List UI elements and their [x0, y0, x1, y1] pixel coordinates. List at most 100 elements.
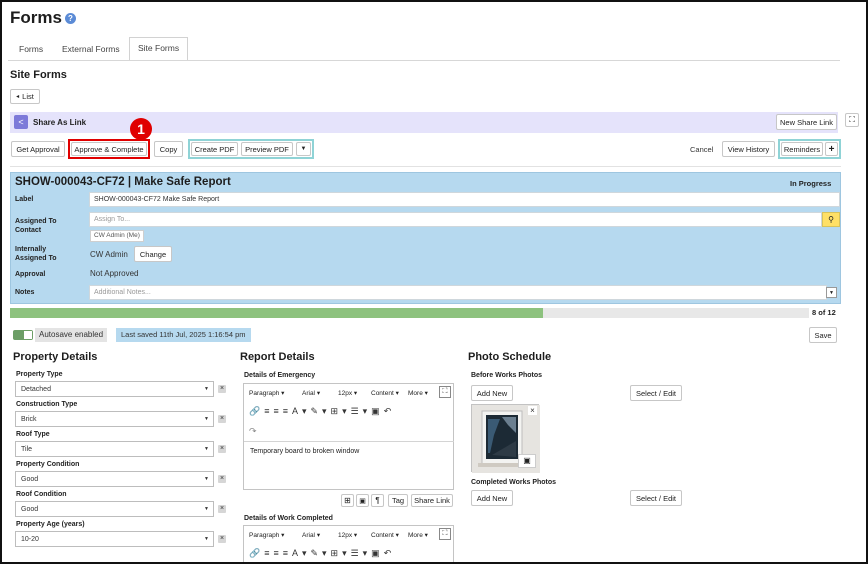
- share-link-button[interactable]: Share Link: [411, 494, 453, 507]
- select-edit-before-button[interactable]: Select / Edit: [630, 385, 682, 401]
- create-pdf-button[interactable]: Create PDF: [191, 142, 238, 156]
- clear-field-icon[interactable]: ×: [218, 415, 226, 423]
- dropdown-caret-icon[interactable]: ▼: [296, 142, 311, 156]
- paragraph-icon[interactable]: ¶: [371, 494, 384, 507]
- add-new-completed-button[interactable]: Add New: [471, 490, 513, 506]
- property-field-label: Roof Type: [16, 431, 50, 438]
- chevron-down-icon: ▼: [204, 446, 209, 452]
- property-field-label: Property Condition: [16, 461, 80, 468]
- property-field-select[interactable]: Good ▼: [15, 471, 214, 487]
- chevron-left-icon: ◂: [16, 94, 20, 100]
- notes-label: Notes: [15, 289, 35, 296]
- autosave-label: Autosave enabled: [35, 328, 108, 342]
- property-field-select[interactable]: Brick ▼: [15, 411, 214, 427]
- assign-to-input[interactable]: Assign To...: [89, 212, 822, 227]
- status-badge: In Progress: [790, 179, 832, 188]
- clear-field-icon[interactable]: ×: [218, 475, 226, 483]
- report-details-title: Report Details: [240, 351, 315, 363]
- save-button[interactable]: Save: [809, 327, 837, 343]
- clear-field-icon[interactable]: ×: [218, 535, 226, 543]
- assigned-contact-label: Assigned To Contact: [15, 218, 57, 234]
- tab-site-forms[interactable]: Site Forms: [129, 37, 189, 61]
- clear-field-icon[interactable]: ×: [218, 385, 226, 393]
- label-input[interactable]: SHOW-000043-CF72 Make Safe Report: [89, 192, 840, 207]
- share-icon: <: [14, 115, 28, 129]
- redo-icon[interactable]: ↷: [249, 426, 257, 437]
- size-select[interactable]: 12px ▾: [338, 389, 357, 397]
- paragraph-select[interactable]: Paragraph ▾: [249, 389, 284, 397]
- paragraph-select-2[interactable]: Paragraph ▾: [249, 531, 284, 539]
- progress-label: 8 of 12: [812, 308, 836, 317]
- select-value: Brick: [21, 415, 37, 423]
- property-field-label: Property Type: [16, 371, 63, 378]
- divider: [10, 166, 841, 167]
- view-history-button[interactable]: View History: [722, 141, 775, 157]
- property-field-label: Property Age (years): [16, 521, 85, 528]
- form-title: SHOW-000043-CF72 | Make Safe Report: [15, 176, 231, 188]
- image-icon[interactable]: ▣: [518, 454, 536, 468]
- copy-button[interactable]: Copy: [154, 141, 183, 157]
- notes-dropdown-icon[interactable]: ▼: [826, 287, 837, 298]
- photo-schedule-title: Photo Schedule: [468, 351, 552, 363]
- chevron-down-icon: ▼: [204, 416, 209, 422]
- content-select[interactable]: Content ▾: [371, 389, 399, 397]
- property-field-select[interactable]: Tile ▼: [15, 441, 214, 457]
- cancel-link[interactable]: Cancel: [690, 145, 713, 154]
- get-approval-button[interactable]: Get Approval: [11, 141, 65, 157]
- clear-field-icon[interactable]: ×: [218, 505, 226, 513]
- content-select-2[interactable]: Content ▾: [371, 531, 399, 539]
- emergency-text[interactable]: Temporary board to broken window: [250, 448, 359, 455]
- font-select-2[interactable]: Arial ▾: [302, 531, 320, 539]
- screen: Forms ? Forms External Forms Site Forms …: [0, 0, 868, 564]
- clear-field-icon[interactable]: ×: [218, 445, 226, 453]
- tab-divider: [8, 60, 840, 61]
- property-field-select[interactable]: Good ▼: [15, 501, 214, 517]
- help-icon[interactable]: ?: [65, 13, 76, 24]
- tag-button[interactable]: Tag: [388, 494, 408, 507]
- select-edit-completed-button[interactable]: Select / Edit: [630, 490, 682, 506]
- editor-divider: [244, 441, 454, 442]
- expand-icon-2[interactable]: ⛶: [439, 528, 451, 540]
- before-photos-label: Before Works Photos: [471, 372, 543, 379]
- emergency-editor: [243, 383, 454, 490]
- last-saved: Last saved 11th Jul, 2025 1:16:54 pm: [116, 328, 251, 342]
- image-icon[interactable]: ▣: [356, 494, 369, 507]
- back-to-list-button[interactable]: ◂ List: [10, 89, 40, 104]
- autosave-toggle[interactable]: [13, 330, 33, 340]
- fullscreen-icon[interactable]: ⛶: [845, 113, 859, 127]
- expand-icon[interactable]: ⛶: [439, 386, 451, 398]
- property-field-select[interactable]: Detached ▼: [15, 381, 214, 397]
- chevron-down-icon: ▼: [204, 476, 209, 482]
- approval-value: Not Approved: [90, 269, 139, 278]
- remove-photo-icon[interactable]: ×: [528, 406, 537, 415]
- select-value: Detached: [21, 385, 51, 393]
- add-reminder-button[interactable]: +: [825, 142, 838, 156]
- more-select-2[interactable]: More ▾: [408, 531, 428, 539]
- preview-pdf-button[interactable]: Preview PDF: [241, 142, 293, 156]
- format-toolbar-icons-2[interactable]: 🔗≡≡≡A▾✎▾⊞▾☰▾▣↶: [249, 548, 395, 559]
- property-field-label: Roof Condition: [16, 491, 67, 498]
- add-icon[interactable]: ⊞: [341, 494, 354, 507]
- chevron-down-icon: ▼: [204, 506, 209, 512]
- search-icon[interactable]: ⚲: [822, 212, 840, 227]
- tab-forms[interactable]: Forms: [11, 39, 51, 61]
- page-title: Forms: [10, 8, 62, 27]
- add-new-before-button[interactable]: Add New: [471, 385, 513, 401]
- property-field-select[interactable]: 10-20 ▼: [15, 531, 214, 547]
- section-title: Site Forms: [10, 69, 67, 81]
- contact-chip[interactable]: CW Admin (Me): [90, 230, 144, 242]
- more-select[interactable]: More ▾: [408, 389, 428, 397]
- format-toolbar-icons[interactable]: 🔗≡≡≡A▾✎▾⊞▾☰▾▣↶: [249, 406, 395, 417]
- font-select[interactable]: Arial ▾: [302, 389, 320, 397]
- size-select-2[interactable]: 12px ▾: [338, 531, 357, 539]
- new-share-link-button[interactable]: New Share Link: [776, 114, 837, 130]
- reminders-button[interactable]: Reminders: [781, 142, 823, 156]
- approve-complete-button[interactable]: Approve & Complete: [71, 142, 147, 156]
- notes-input[interactable]: Additional Notes...: [89, 285, 827, 300]
- chevron-down-icon: ▼: [204, 386, 209, 392]
- select-value: Good: [21, 475, 39, 483]
- property-details-title: Property Details: [13, 351, 98, 363]
- change-button[interactable]: Change: [134, 246, 172, 262]
- approval-label: Approval: [15, 271, 46, 278]
- tab-external-forms[interactable]: External Forms: [54, 39, 128, 61]
